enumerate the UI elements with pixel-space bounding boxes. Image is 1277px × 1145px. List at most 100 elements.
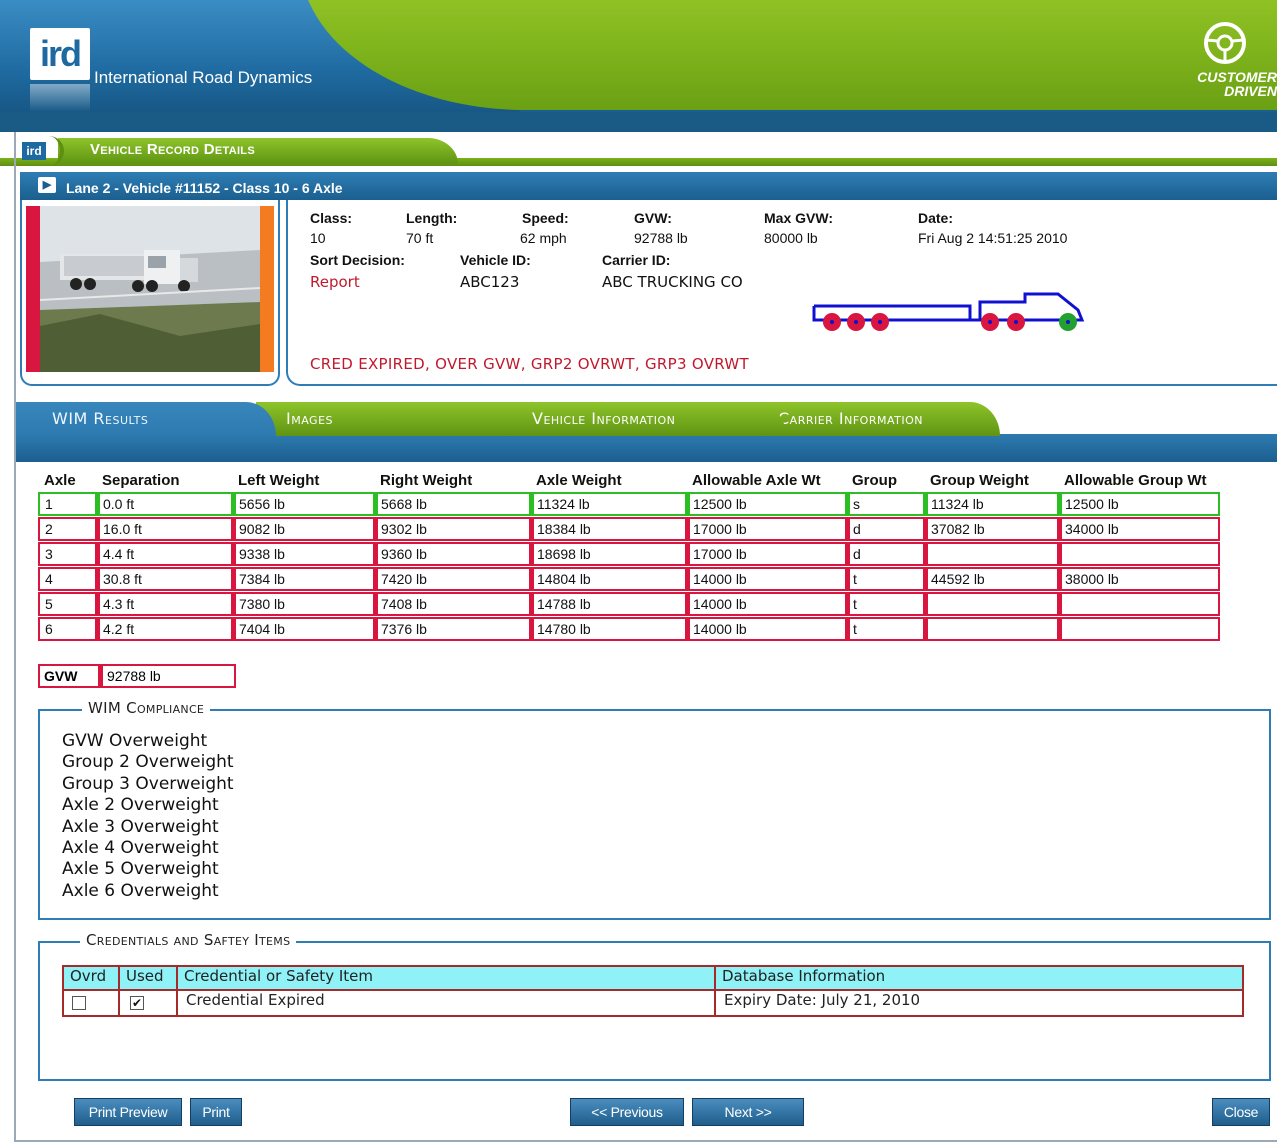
header-green-band: [300, 0, 1277, 110]
col-header-allowable-axle-wt: Allowable Axle Wt: [692, 472, 821, 489]
col-header-right-weight: Right Weight: [380, 472, 473, 489]
override-checkbox[interactable]: [72, 996, 86, 1010]
axle-table-row: 4 30.8 ft 7384 lb 7420 lb 14804 lb 14000 lb t 4…: [38, 567, 1220, 591]
col-header-group: Group: [852, 472, 897, 489]
axle-cell-group-weight: [923, 544, 1057, 564]
close-button[interactable]: Close: [1212, 1098, 1270, 1126]
axle-cell-axle-weight: 14788 lb: [529, 594, 685, 614]
wim-compliance-group: WIM Compliance GVW Overweight Group 2 Ov…: [38, 699, 1271, 920]
app-header: ird International Road Dynamics CUSTOMER…: [0, 0, 1277, 132]
axle-cell-left-weight: 9338 lb: [231, 544, 373, 564]
axle-cell-axle-weight: 14780 lb: [529, 619, 685, 639]
axle-cell-group: d: [845, 519, 923, 539]
print-button[interactable]: Print: [190, 1098, 242, 1126]
axle-cell-axle: 1: [45, 496, 53, 512]
compliance-list: GVW Overweight Group 2 Overweight Group …: [62, 731, 234, 902]
length-label: Length:: [406, 210, 458, 226]
col-header-credential-item: Credential or Safety Item: [176, 967, 373, 989]
sort-decision-label: Sort Decision:: [310, 252, 405, 268]
axle-cell-right-weight: 9302 lb: [373, 519, 529, 539]
tagline-line2: DRIVEN: [1224, 83, 1277, 99]
page-border-left: [14, 132, 16, 1142]
record-title: Lane 2 - Vehicle #11152 - Class 10 - 6 A…: [66, 180, 343, 196]
credentials-table: Ovrd Used Credential or Safety Item Data…: [62, 965, 1244, 1017]
carrier-id-label: Carrier ID:: [602, 252, 671, 268]
axle-cell-right-weight: 7420 lb: [373, 569, 529, 589]
page-title: Vehicle Record Details: [90, 141, 255, 158]
max-gvw-value: 80000 lb: [764, 230, 818, 246]
class-label: Class:: [310, 210, 353, 226]
col-header-group-weight: Group Weight: [930, 472, 1029, 489]
next-button[interactable]: Next >>: [692, 1098, 804, 1126]
gvw-label: GVW:: [634, 210, 672, 226]
axle-table-row: 1 0.0 ft 5656 lb 5668 lb 11324 lb 12500 lb s 11…: [38, 492, 1220, 516]
vehicle-id-value: ABC123: [460, 273, 520, 291]
col-header-separation: Separation: [102, 472, 180, 489]
axle-cell-allowable-group-wt: 34000 lb: [1057, 519, 1213, 539]
tab-images[interactable]: Images: [256, 402, 536, 436]
axle-cell-left-weight: 9082 lb: [231, 519, 373, 539]
compliance-item: Group 3 Overweight: [62, 773, 234, 794]
axle-cell-group: s: [845, 494, 923, 514]
class-value: 10: [310, 230, 326, 246]
compliance-item: Axle 5 Overweight: [62, 859, 219, 880]
axle-table-row: 6 4.2 ft 7404 lb 7376 lb 14780 lb 14000 lb t: [38, 617, 1220, 641]
axle-cell-axle-weight: 18384 lb: [529, 519, 685, 539]
axle-cell-group-weight: 37082 lb: [923, 519, 1057, 539]
used-checkbox[interactable]: ✔: [130, 996, 144, 1010]
axle-cell-right-weight: 7408 lb: [373, 594, 529, 614]
compliance-item: Group 2 Overweight: [62, 752, 234, 773]
axle-cell-allowable-axle-wt: 17000 lb: [685, 519, 845, 539]
credentials-title: Credentials and Saftey Items: [80, 931, 297, 949]
axle-cell-allowable-group-wt: [1057, 594, 1213, 614]
vehicle-id-label: Vehicle ID:: [460, 252, 531, 268]
axle-cell-right-weight: 9360 lb: [373, 544, 529, 564]
axle-cell-allowable-group-wt: [1057, 544, 1213, 564]
axle-cell-allowable-group-wt: 38000 lb: [1057, 569, 1213, 589]
axle-cell-group: d: [845, 544, 923, 564]
max-gvw-label: Max GVW:: [764, 210, 833, 226]
compliance-item: Axle 2 Overweight: [62, 795, 219, 816]
tab-wim-results[interactable]: WIM Results: [16, 402, 276, 436]
logo-text: ird: [39, 33, 82, 74]
record-tabs: WIM Results Images Vehicle Information C…: [16, 402, 1277, 462]
axle-cell-group-weight: [923, 619, 1057, 639]
ird-logo: ird: [30, 28, 90, 80]
axle-cell-separation: 0.0 ft: [95, 494, 231, 514]
axle-cell-separation: 4.2 ft: [95, 619, 231, 639]
violation-alerts: CRED EXPIRED, OVER GVW, GRP2 OVRWT, GRP3…: [310, 355, 749, 373]
axle-cell-axle-weight: 14804 lb: [529, 569, 685, 589]
col-header-database-info: Database Information: [714, 967, 885, 989]
col-header-allowable-group-wt: Allowable Group Wt: [1064, 472, 1207, 489]
vehicle-photo[interactable]: [26, 206, 274, 372]
previous-button[interactable]: << Previous: [570, 1098, 684, 1126]
date-label: Date:: [918, 210, 954, 226]
axle-table-row: 2 16.0 ft 9082 lb 9302 lb 18384 lb 17000 lb d 3…: [38, 517, 1220, 541]
axle-cell-allowable-axle-wt: 14000 lb: [685, 619, 845, 639]
carrier-id-value: ABC TRUCKING CO: [602, 273, 743, 291]
axle-cell-separation: 4.4 ft: [95, 544, 231, 564]
gvw-total-label: GVW: [44, 668, 78, 684]
customer-driven-tagline: CUSTOMER DRIVEN: [1176, 70, 1277, 98]
compliance-item: GVW Overweight: [62, 731, 208, 751]
section-title-bar: ird Vehicle Record Details: [0, 132, 1277, 166]
truck-photo-image: [40, 206, 260, 372]
axle-cell-allowable-group-wt: [1057, 619, 1213, 639]
database-info-cell: Expiry Date: July 21, 2010: [714, 991, 1242, 1015]
axle-cell-axle-weight: 11324 lb: [529, 494, 685, 514]
used-cell: ✔: [118, 991, 176, 1015]
ovrd-cell: [64, 991, 118, 1015]
collapse-arrow-icon[interactable]: ▶: [38, 177, 56, 193]
axle-cell-allowable-axle-wt: 17000 lb: [685, 544, 845, 564]
sort-decision-value: Report: [310, 273, 360, 291]
tab-vehicle-information[interactable]: Vehicle Information: [506, 402, 786, 436]
axle-cell-group-weight: 44592 lb: [923, 569, 1057, 589]
tab-carrier-information[interactable]: Carrier Information: [756, 402, 1000, 436]
wim-compliance-title: WIM Compliance: [82, 699, 211, 717]
record-header-bar: ▶ Lane 2 - Vehicle #11152 - Class 10 - 6…: [20, 172, 1277, 200]
axle-cell-left-weight: 5656 lb: [231, 494, 373, 514]
axle-cell-axle: 3: [45, 546, 53, 562]
compliance-item: Axle 3 Overweight: [62, 816, 219, 837]
col-header-used: Used: [118, 967, 164, 989]
print-preview-button[interactable]: Print Preview: [74, 1098, 182, 1126]
